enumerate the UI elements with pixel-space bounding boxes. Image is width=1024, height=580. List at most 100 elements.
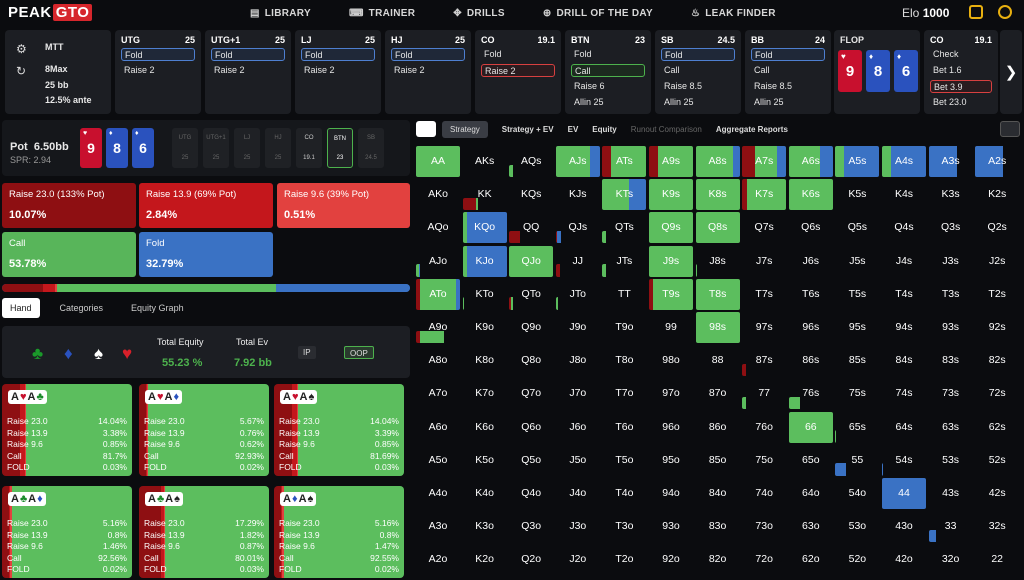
action-raise-button[interactable]: Raise 9.6 (39% Pot) 0.51% <box>277 183 410 228</box>
position-action[interactable]: Call <box>661 64 735 77</box>
seat-lj[interactable]: LJ 25 <box>234 128 260 168</box>
seat-sb[interactable]: SB 24.5 <box>358 128 384 168</box>
position-column-sb[interactable]: SB 24.5 Fold Call Raise 8.5 Allin 25 <box>655 30 741 114</box>
hand-cell[interactable]: J7o <box>556 378 600 409</box>
combo-tile[interactable]: A ♥ A ♦ Raise 23.0 5.67% Raise 13.9 0.76% Raise … <box>139 384 269 476</box>
hand-cell[interactable]: 54o <box>835 478 879 509</box>
hand-cell[interactable]: T6s <box>789 279 833 310</box>
hand-cell[interactable]: 54s <box>882 445 926 476</box>
nav-drill-of-the-day[interactable]: ⊕ DRILL OF THE DAY <box>543 8 653 19</box>
hand-cell[interactable]: 92s <box>975 312 1019 343</box>
hand-cell[interactable]: 86o <box>696 412 740 443</box>
hand-cell[interactable]: KQo <box>462 212 507 244</box>
hand-cell[interactable]: Q9s <box>649 212 693 244</box>
hand-cell[interactable]: 95s <box>835 312 879 343</box>
hand-cell[interactable]: T2o <box>602 544 646 575</box>
hand-cell[interactable]: 87s <box>742 345 786 377</box>
hand-cell[interactable]: K3o <box>463 511 507 542</box>
tab-hand[interactable]: Hand <box>2 298 40 318</box>
hand-cell[interactable]: J6s <box>789 246 833 277</box>
next-arrow-icon[interactable]: ❯ <box>1000 30 1022 114</box>
hand-cell[interactable]: T7o <box>602 378 646 409</box>
hand-cell[interactable]: 64o <box>789 478 833 509</box>
hand-cell[interactable]: K2s <box>975 179 1019 210</box>
position-action[interactable]: Raise 8.5 <box>661 80 735 93</box>
hand-cell[interactable]: 98s <box>695 312 740 343</box>
hand-cell[interactable]: KTs <box>602 179 647 211</box>
position-action[interactable]: Call <box>571 64 645 77</box>
position-action[interactable]: Bet 23.0 <box>930 96 992 109</box>
position-action[interactable]: Fold <box>571 48 645 61</box>
hand-cell[interactable]: 52o <box>835 544 879 575</box>
hand-cell[interactable]: J5s <box>835 246 879 277</box>
hand-cell[interactable]: Q8o <box>509 345 553 376</box>
hand-cell[interactable]: 97s <box>742 312 786 343</box>
hand-cell[interactable]: Q4s <box>882 212 926 243</box>
hand-cell[interactable]: T6o <box>602 412 646 443</box>
hand-cell[interactable]: K9o <box>463 312 507 343</box>
hand-cell[interactable]: 96o <box>649 412 693 443</box>
hand-cell[interactable]: AQo <box>416 212 460 243</box>
hand-cell[interactable]: 62o <box>789 544 833 575</box>
hand-cell[interactable]: T5s <box>835 279 879 310</box>
hand-cell[interactable]: A2o <box>416 544 460 575</box>
hand-cell[interactable]: T4s <box>882 279 926 310</box>
position-action[interactable]: Allin 25 <box>661 96 735 109</box>
hand-cell[interactable]: 72s <box>975 378 1019 409</box>
logo[interactable]: PEAK GTO <box>8 4 93 21</box>
hand-cell[interactable]: A3s <box>928 146 973 177</box>
hand-cell[interactable]: 74s <box>882 378 926 409</box>
hand-cell[interactable]: K7s <box>742 179 787 211</box>
hand-cell[interactable]: J6o <box>556 412 600 443</box>
hand-cell[interactable]: 77 <box>742 378 786 410</box>
grid-tab-ev[interactable]: EV <box>568 125 579 134</box>
position-action[interactable]: Fold <box>481 48 555 61</box>
hand-cell[interactable]: 32o <box>929 544 973 575</box>
hand-cell[interactable]: 52s <box>975 445 1019 476</box>
position-action[interactable]: Raise 2 <box>301 64 375 77</box>
grid-tab-runout-comparison[interactable]: Runout Comparison <box>631 125 702 134</box>
hand-cell[interactable]: 76o <box>742 412 786 443</box>
hand-cell[interactable]: 64s <box>882 412 926 443</box>
action-raise-button[interactable]: Raise 13.9 (69% Pot) 2.84% <box>139 183 273 228</box>
position-action[interactable]: Fold <box>211 48 285 61</box>
position-column-utg[interactable]: UTG 25 Fold Raise 2 <box>115 30 201 114</box>
hand-cell[interactable]: 82s <box>975 345 1019 376</box>
hand-cell[interactable]: KTo <box>462 279 507 310</box>
profile-icon[interactable] <box>998 5 1012 19</box>
position-action[interactable]: Allin 25 <box>751 96 825 109</box>
hand-cell[interactable]: KK <box>462 179 507 211</box>
game-config[interactable]: ⚙ ↻ MTT 8Max 25 bb 12.5% ante <box>5 30 111 114</box>
hand-cell[interactable]: 66 <box>788 411 833 443</box>
hand-cell[interactable]: Q8s <box>695 212 740 244</box>
hand-cell[interactable]: 63s <box>929 412 973 443</box>
hand-cell[interactable]: 94o <box>649 478 693 509</box>
hand-cell[interactable]: KJs <box>556 179 600 210</box>
hand-cell[interactable]: 94s <box>882 312 926 343</box>
nav-library[interactable]: ▤ LIBRARY <box>250 8 311 19</box>
hand-cell[interactable]: 92o <box>649 544 693 575</box>
hand-cell[interactable]: A8s <box>695 146 740 177</box>
hand-cell[interactable]: 85o <box>696 445 740 476</box>
hand-cell[interactable]: 33 <box>928 511 973 543</box>
hand-cell[interactable]: K9s <box>649 179 693 211</box>
hand-cell[interactable]: 99 <box>649 312 693 343</box>
oop-button[interactable]: OOP <box>344 346 374 359</box>
hand-cell[interactable]: 93o <box>649 511 693 542</box>
hand-cell[interactable]: J3s <box>929 246 973 277</box>
refresh-icon[interactable]: ↻ <box>16 64 26 78</box>
position-column-hj[interactable]: HJ 25 Fold Raise 2 <box>385 30 471 114</box>
hand-cell[interactable]: A9s <box>649 146 693 177</box>
position-action[interactable]: Raise 2 <box>391 64 465 77</box>
hand-cell[interactable]: K5o <box>463 445 507 476</box>
hand-cell[interactable]: 83o <box>696 511 740 542</box>
hand-cell[interactable]: KJo <box>462 245 507 277</box>
hand-cell[interactable]: T4o <box>602 478 646 509</box>
flop-column[interactable]: FLOP ♥ 9 ♦ 8 ♦ 6 <box>834 30 920 114</box>
hand-cell[interactable]: 76s <box>788 378 833 410</box>
hand-cell[interactable]: QJs <box>555 212 600 244</box>
hand-cell[interactable]: Q2o <box>509 544 553 575</box>
hand-cell[interactable]: 55 <box>835 445 879 476</box>
combo-tile[interactable]: A ♦ A ♠ Raise 23.0 5.16% Raise 13.9 0.8% Raise 9… <box>274 486 404 578</box>
hand-cell[interactable]: 82o <box>696 544 740 575</box>
